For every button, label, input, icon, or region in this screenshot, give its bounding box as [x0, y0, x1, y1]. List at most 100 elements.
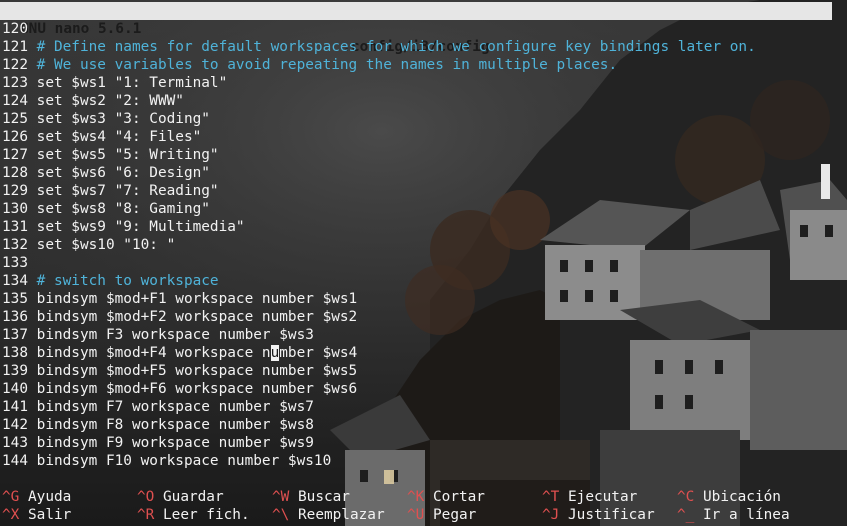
editor-line[interactable]: 124 set $ws2 "2: WWW": [2, 92, 184, 110]
editor-line[interactable]: 128 set $ws6 "6: Design": [2, 164, 210, 182]
line-number: 133: [2, 255, 37, 271]
line-number: 144: [2, 453, 37, 469]
editor-line[interactable]: 139 bindsym $mod+F5 workspace number $ws…: [2, 362, 357, 380]
code-text: set $ws1 "1: Terminal": [36, 75, 228, 91]
code-text: set $ws6 "6: Design": [36, 165, 210, 181]
editor-line[interactable]: 140 bindsym $mod+F6 workspace number $ws…: [2, 380, 357, 398]
code-text: set $ws2 "2: WWW": [36, 93, 184, 109]
shortcut-item[interactable]: ^W Buscar: [272, 488, 350, 506]
nano-terminal[interactable]: GNU nano 5.6.1 .config/i3/config 120 121…: [0, 0, 847, 526]
comment-text: # Define names for default workspaces fo…: [36, 39, 756, 55]
editor-line[interactable]: 143 bindsym F9 workspace number $ws9: [2, 434, 314, 452]
comment-text: # switch to workspace: [36, 273, 219, 289]
line-number: 124: [2, 93, 37, 109]
comment-text: # We use variables to avoid repeating th…: [36, 57, 618, 73]
editor-line[interactable]: 135 bindsym $mod+F1 workspace number $ws…: [2, 290, 357, 308]
shortcut-label: Justificar: [559, 507, 655, 523]
shortcut-item[interactable]: ^K Cortar: [407, 488, 485, 506]
editor-line[interactable]: 125 set $ws3 "3: Coding": [2, 110, 210, 128]
shortcut-label: Pegar: [424, 507, 477, 523]
shortcut-key: ^\: [272, 507, 290, 523]
line-number: 134: [2, 273, 37, 289]
shortcut-key: ^J: [542, 507, 560, 523]
shortcut-label: Cortar: [424, 489, 485, 505]
editor-line[interactable]: 130 set $ws8 "8: Gaming": [2, 200, 210, 218]
shortcut-item[interactable]: ^X Salir: [2, 506, 71, 524]
editor-line[interactable]: 141 bindsym F7 workspace number $ws7: [2, 398, 314, 416]
shortcut-item[interactable]: ^G Ayuda: [2, 488, 71, 506]
shortcut-label: Ejecutar: [559, 489, 638, 505]
shortcut-key: ^G: [2, 489, 20, 505]
code-text: bindsym $mod+F1 workspace number $ws1: [36, 291, 358, 307]
line-number: 142: [2, 417, 37, 433]
line-number: 126: [2, 129, 37, 145]
code-text: bindsym F10 workspace number $ws10: [36, 453, 332, 469]
shortcut-label: Ayuda: [19, 489, 72, 505]
scrollbar-thumb[interactable]: [821, 164, 830, 199]
line-number: 143: [2, 435, 37, 451]
editor-line[interactable]: 131 set $ws9 "9: Multimedia": [2, 218, 245, 236]
editor-line[interactable]: 138 bindsym $mod+F4 workspace number $ws…: [2, 344, 357, 362]
code-text: set $ws8 "8: Gaming": [36, 201, 210, 217]
line-number: 138: [2, 345, 37, 361]
shortcut-label: Buscar: [289, 489, 350, 505]
shortcut-label: Reemplazar: [289, 507, 385, 523]
line-number: 125: [2, 111, 37, 127]
code-text: bindsym F9 workspace number $ws9: [36, 435, 314, 451]
line-number: 121: [2, 39, 37, 55]
code-text: bindsym F7 workspace number $ws7: [36, 399, 314, 415]
editor-line[interactable]: 142 bindsym F8 workspace number $ws8: [2, 416, 314, 434]
code-text: set $ws10 "10: ": [36, 237, 176, 253]
app-version: GNU nano 5.6.1: [20, 21, 142, 37]
shortcut-key: ^K: [407, 489, 425, 505]
line-number: 122: [2, 57, 37, 73]
shortcut-item[interactable]: ^T Ejecutar: [542, 488, 637, 506]
editor-line[interactable]: 120: [2, 20, 37, 38]
editor-line[interactable]: 126 set $ws4 "4: Files": [2, 128, 201, 146]
line-number: 130: [2, 201, 37, 217]
editor-line[interactable]: 122 # We use variables to avoid repeatin…: [2, 56, 617, 74]
editor-line[interactable]: 136 bindsym $mod+F2 workspace number $ws…: [2, 308, 357, 326]
shortcut-key: ^O: [137, 489, 155, 505]
editor-line[interactable]: 127 set $ws5 "5: Writing": [2, 146, 219, 164]
shortcut-item[interactable]: ^J Justificar: [542, 506, 655, 524]
editor-line[interactable]: 137 bindsym F3 workspace number $ws3: [2, 326, 314, 344]
shortcut-label: Leer fich.: [154, 507, 250, 523]
shortcut-item[interactable]: ^\ Reemplazar: [272, 506, 385, 524]
editor-line[interactable]: 129 set $ws7 "7: Reading": [2, 182, 219, 200]
shortcut-item[interactable]: ^R Leer fich.: [137, 506, 250, 524]
code-text: set $ws5 "5: Writing": [36, 147, 219, 163]
code-text: set $ws4 "4: Files": [36, 129, 202, 145]
line-number: 128: [2, 165, 37, 181]
shortcut-item[interactable]: ^C Ubicación: [677, 488, 781, 506]
code-text: set $ws9 "9: Multimedia": [36, 219, 245, 235]
shortcut-key: ^C: [677, 489, 695, 505]
editor-line[interactable]: 123 set $ws1 "1: Terminal": [2, 74, 227, 92]
shortcut-item[interactable]: ^_ Ir a línea: [677, 506, 790, 524]
code-text: bindsym $mod+F2 workspace number $ws2: [36, 309, 358, 325]
code-text: bindsym F3 workspace number $ws3: [36, 327, 314, 343]
line-number: 139: [2, 363, 37, 379]
line-number: 141: [2, 399, 37, 415]
line-number: 123: [2, 75, 37, 91]
editor-line[interactable]: 121 # Define names for default workspace…: [2, 38, 756, 56]
shortcut-label: Ir a línea: [694, 507, 790, 523]
editor-line[interactable]: 132 set $ws10 "10: ": [2, 236, 175, 254]
editor-line[interactable]: 134 # switch to workspace: [2, 272, 219, 290]
line-number: 136: [2, 309, 37, 325]
shortcut-key: ^R: [137, 507, 155, 523]
text-cursor: u: [270, 345, 280, 361]
shortcut-key: ^T: [542, 489, 560, 505]
shortcut-item[interactable]: ^O Guardar: [137, 488, 224, 506]
line-number: 129: [2, 183, 37, 199]
line-number: 137: [2, 327, 37, 343]
shortcut-key: ^U: [407, 507, 425, 523]
code-text: bindsym $mod+F5 workspace number $ws5: [36, 363, 358, 379]
line-number: 131: [2, 219, 37, 235]
shortcut-item[interactable]: ^U Pegar: [407, 506, 476, 524]
editor-line[interactable]: 133: [2, 254, 37, 272]
line-number: 140: [2, 381, 37, 397]
editor-line[interactable]: 144 bindsym F10 workspace number $ws10: [2, 452, 331, 470]
code-text: set $ws3 "3: Coding": [36, 111, 210, 127]
line-number: 120: [2, 21, 37, 37]
